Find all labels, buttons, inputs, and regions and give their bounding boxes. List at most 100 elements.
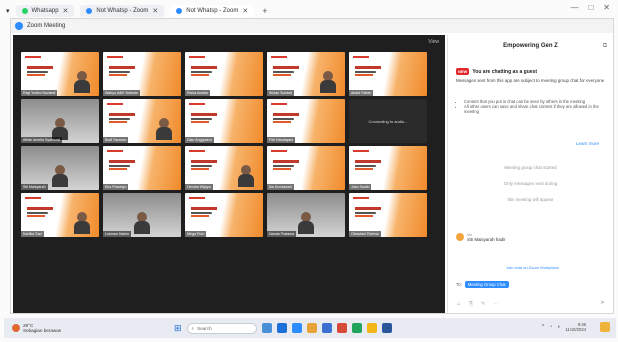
minimize-button[interactable]: — [570,3,578,12]
participant-tile[interactable]: Joko Susilo [349,146,427,190]
participant-tile[interactable]: Oktaviani Rahma [349,193,427,237]
store-icon[interactable] [321,323,332,333]
participant-name: Budi Santoso [103,137,129,143]
screen: ▾ Whatsapp ✕ Not Whatsp - Zoom ✕ Not Wha… [0,0,618,342]
participant-video [155,118,172,140]
format-icon[interactable]: ✎ [481,301,485,307]
system-tray: ^ ◔ ◗ 9:46 11/10/2024 [542,322,586,332]
whatsapp-icon[interactable] [351,323,362,333]
participant-name: Afifah Amelia Syahrizal [21,137,62,143]
system-message: this meeting will appear [507,197,554,202]
close-tab-icon[interactable]: ✕ [242,7,248,15]
more-icon[interactable]: ⋯ [493,301,498,307]
tab-menu-icon[interactable]: ▾ [6,7,10,15]
participant-tile[interactable]: Wahyu Adhi Yulianto [103,52,181,96]
browser-tab[interactable]: Not Whatsp - Zoom ✕ [80,5,165,17]
chrome-icon[interactable] [366,323,377,333]
participant-name: Mega Putri [185,231,207,237]
participant-tile[interactable]: Afifah Amelia Syahrizal [21,99,99,143]
zoom-app-icon[interactable] [291,323,302,333]
emoji-icon[interactable]: ☺ [456,301,461,307]
participant-tile[interactable]: Budi Santoso [103,99,181,143]
participant-video [73,212,90,234]
windows-start-icon[interactable]: ⊞ [174,323,182,334]
learn-more-link[interactable]: Learn more [576,141,599,146]
clock[interactable]: 9:46 11/10/2024 [565,322,586,332]
video-gallery: View Rayi Yudho Novianti Wahyu Adhi Yulia… [13,35,445,313]
participant-tile[interactable]: Nanda Pratama [267,193,345,237]
maximize-button[interactable]: □ [588,3,593,12]
popout-icon[interactable]: ⧉ [603,43,607,50]
participant-name: Wahyu Adhi Yulianto [103,90,140,96]
participant-name: Rizka Amalia [185,90,210,96]
view-button[interactable]: View [428,39,439,45]
system-message: Only messages sent during [503,181,558,186]
tab-label: Not Whatsp - Zoom [96,8,149,14]
participant-tile[interactable]: Rayi Yudho Novianti [21,52,99,96]
to-label: To: [456,282,462,287]
participant-tile[interactable]: Rizka Amalia [185,52,263,96]
join-chat-link[interactable]: Join chat on Zoom Workplace [506,265,559,270]
avatar [456,233,464,241]
participant-name: Kartika Sari [21,231,44,237]
participant-tile[interactable]: Eko Prasetyo [103,146,181,190]
word-icon[interactable] [381,323,392,333]
participant-video [319,71,336,93]
taskbar-search[interactable]: ⌕ Search [186,322,257,334]
tab-label: Not Whatsp - Zoom [186,8,239,14]
participant-name: Eko Prasetyo [103,184,129,190]
participant-tile[interactable]: Ika Kurniawati [267,146,345,190]
file-icon[interactable]: ⎘ [469,301,473,307]
taskbar-apps: ⊞ ⌕ Search [174,322,392,334]
chat-panel: Empowering Gen Z ⧉ NEW You are chatting … [447,35,613,313]
wifi-icon[interactable]: ◔ [549,324,552,330]
clock-date: 11/10/2024 [565,327,586,332]
participant-tile[interactable]: Connecting to audio... [349,99,427,143]
participant-name: Dian Anggraeni [185,137,214,143]
notification-icon[interactable] [600,322,610,332]
weather-widget[interactable]: 29°C Sebagian berawan [4,323,154,333]
window-controls: — □ ✕ [570,3,610,12]
participant-tile[interactable]: Wulan Sumiati [267,52,345,96]
browser-tab-active[interactable]: Not Whatsp - Zoom ✕ [170,5,255,17]
zoom-icon [86,8,93,14]
participant-tile[interactable]: Dian Anggraeni [185,99,263,143]
chat-toolbar: ☺ ⎘ ✎ ⋯ [456,301,606,307]
guest-bullets: Content that you put in chat can be seen… [458,99,606,115]
recipient-dropdown[interactable]: Meeting Group Chat [464,281,509,288]
search-placeholder: Search [197,325,212,331]
participant-tile[interactable]: Abdul Fattah [349,52,427,96]
participant-name: Fitri Handayani [267,137,296,143]
close-tab-icon[interactable]: ✕ [63,7,69,15]
participant-video [134,212,150,234]
volume-icon[interactable]: ◗ [557,324,560,330]
participant-tile[interactable]: Lukman Hakim [103,193,181,237]
participant-name: Hendra Wijaya [185,184,213,190]
participant-name: Joko Susilo [349,184,372,190]
new-tab-button[interactable]: + [262,6,267,16]
chevron-up-icon[interactable]: ^ [542,324,544,330]
participant-name: Abdul Fattah [349,90,374,96]
participant-tile[interactable]: Siti Maisyarah [21,146,99,190]
close-tab-icon[interactable]: ✕ [152,7,158,15]
close-window-button[interactable]: ✕ [603,3,610,12]
participant-tile[interactable]: Hendra Wijaya [185,146,263,190]
participant-tile[interactable]: Mega Putri [185,193,263,237]
participant-name: Lukman Hakim [103,231,131,237]
chat-message: Me Siti Maisyarah hadir [456,233,506,242]
guest-notice: NEW You are chatting as a guest [456,68,537,75]
participant-name: Siti Maisyarah [21,184,48,190]
file-explorer-icon[interactable] [261,323,272,333]
folder-icon[interactable] [306,323,317,333]
zoom-titlebar: Zoom Meeting [11,19,613,33]
browser-tab[interactable]: Whatsapp ✕ [15,5,75,17]
mail-icon[interactable] [336,323,347,333]
participant-name: Nanda Pratama [267,231,297,237]
guest-heading: You are chatting as a guest [472,68,537,75]
participant-tile[interactable]: Kartika Sari [21,193,99,237]
participant-tile[interactable]: Fitri Handayani [267,99,345,143]
tab-label: Whatsapp [31,8,59,14]
participant-video [52,165,68,187]
edge-icon[interactable] [276,323,287,333]
send-icon[interactable]: ➤ [600,299,605,306]
